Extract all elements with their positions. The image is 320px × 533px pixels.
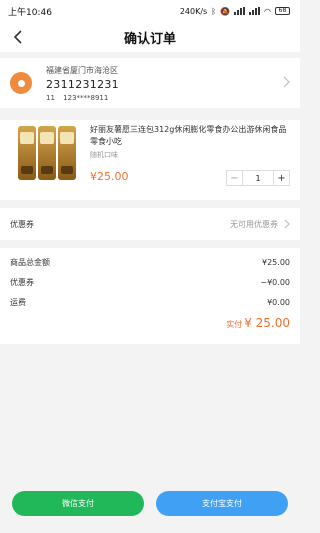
summary-label: 优惠券 [10, 277, 34, 287]
paid-amount: ¥ 25.00 [244, 316, 290, 330]
product-spec: 随机口味 [90, 151, 118, 159]
address-card[interactable]: 福建省厦门市海沧区 2311231231 11 123****8911 [0, 58, 300, 108]
summary-row: 运费 ¥0.00 [10, 292, 290, 312]
navigation-bar: 确认订单 [0, 22, 300, 52]
order-summary: 商品总金额 ¥25.00 优惠券 −¥0.00 运费 ¥0.00 实付 ¥ 25… [0, 248, 300, 344]
network-speed: 240K/s [179, 6, 208, 16]
increase-quantity-button[interactable]: + [273, 171, 289, 185]
product-item: 好丽友薯愿三连包312g休闲膨化零食办公出游休闲食品零食小吃 随机口味 ¥25.… [0, 120, 300, 200]
payment-bar: 微信支付 支付宝支付 [0, 473, 300, 533]
mute-icon: 🔕 [220, 6, 231, 16]
summary-label: 商品总金额 [10, 257, 50, 267]
wechat-pay-button[interactable]: 微信支付 [12, 490, 144, 516]
address-region: 福建省厦门市海沧区 [46, 65, 118, 75]
alipay-button[interactable]: 支付宝支付 [156, 490, 288, 516]
wifi-icon: ◠ [264, 6, 271, 16]
status-icons: 240K/s ᛒ 🔕 ◠ 68 [180, 7, 290, 16]
summary-value: ¥25.00 [262, 257, 290, 267]
signal-icon-2 [249, 7, 261, 15]
contact-phone: 123****8911 [63, 93, 109, 102]
quantity-stepper: − 1 + [226, 170, 290, 186]
summary-label: 运费 [10, 297, 26, 307]
status-time: 上午10:46 [8, 7, 52, 18]
location-icon [10, 72, 32, 94]
product-image[interactable] [18, 126, 76, 180]
paid-label: 实付 [226, 320, 243, 329]
summary-row: 商品总金额 ¥25.00 [10, 252, 290, 272]
address-detail: 2311231231 [46, 77, 119, 91]
summary-value: −¥0.00 [260, 277, 290, 287]
total-paid: 实付 ¥ 25.00 [10, 312, 290, 338]
contact-name: 11 [46, 93, 55, 102]
bluetooth-icon: ᛒ [211, 6, 217, 16]
product-price: ¥25.00 [90, 170, 129, 183]
address-contact: 11 123****8911 [46, 94, 119, 102]
address-text: 福建省厦门市海沧区 2311231231 11 123****8911 [46, 65, 119, 102]
coupon-value: 无可用优惠券 [230, 219, 278, 229]
page-title: 确认订单 [123, 31, 176, 47]
decrease-quantity-button[interactable]: − [227, 171, 243, 185]
status-bar: 上午10:46 240K/s ᛒ 🔕 ◠ 68 [0, 0, 300, 22]
quantity-value[interactable]: 1 [243, 174, 273, 183]
summary-row: 优惠券 −¥0.00 [10, 272, 290, 292]
back-button[interactable] [10, 28, 28, 46]
chevron-right-icon [283, 76, 290, 88]
battery-icon: 68 [275, 7, 290, 15]
chevron-left-icon [13, 30, 22, 44]
product-name: 好丽友薯愿三连包312g休闲膨化零食办公出游休闲食品零食小吃 [90, 125, 287, 146]
coupon-label: 优惠券 [10, 219, 34, 229]
summary-value: ¥0.00 [267, 297, 290, 307]
coupon-row[interactable]: 优惠券 无可用优惠券 [0, 208, 300, 240]
chevron-right-icon [284, 219, 290, 229]
signal-icon [234, 7, 246, 15]
